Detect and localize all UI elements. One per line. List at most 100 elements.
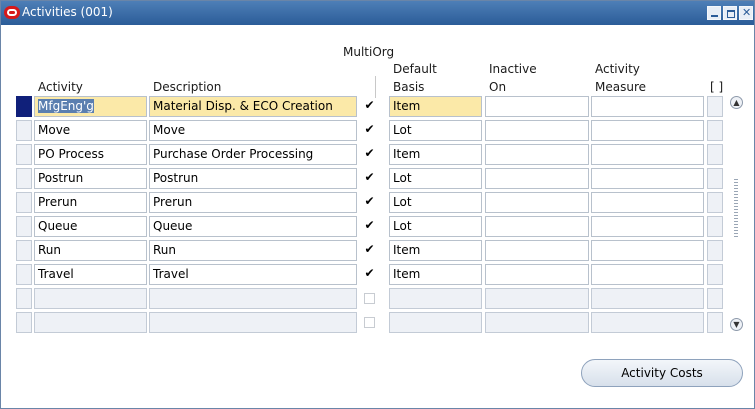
description-field[interactable] [149,312,357,333]
default-basis-field[interactable]: Lot [389,192,482,213]
inactive-on-field[interactable] [485,216,589,237]
inactive-on-field[interactable] [485,240,589,261]
activity-measure-field[interactable] [591,264,704,285]
activity-field[interactable]: Queue [34,216,147,237]
activity-field[interactable]: Run [34,240,147,261]
vertical-scrollbar[interactable]: ▲ ▼ [729,94,744,334]
description-field[interactable]: Queue [149,216,357,237]
activity-measure-field[interactable] [591,144,704,165]
default-basis-field[interactable] [389,312,482,333]
multiorg-checkbox[interactable]: ✔ [364,267,375,279]
flexfield-cell[interactable] [707,312,723,333]
header-inactive-on-line1: Inactive [489,62,537,76]
inactive-on-field[interactable] [485,264,589,285]
window-title: Activities (001) [22,5,113,19]
description-field[interactable]: Postrun [149,168,357,189]
activity-measure-field[interactable] [591,96,704,117]
activity-measure-field[interactable] [591,240,704,261]
flexfield-cell[interactable] [707,120,723,141]
description-field[interactable]: Run [149,240,357,261]
flexfield-cell[interactable] [707,96,723,117]
multiorg-checkbox[interactable]: ✔ [364,219,375,231]
activity-measure-field[interactable] [591,120,704,141]
default-basis-field[interactable] [389,288,482,309]
activity-field[interactable]: Travel [34,264,147,285]
multiorg-checkbox[interactable]: ✔ [364,195,375,207]
description-field[interactable]: Move [149,120,357,141]
inactive-on-field[interactable] [485,288,589,309]
activity-measure-field[interactable] [591,192,704,213]
header-description: Description [153,80,222,94]
multiorg-checkbox[interactable]: ✔ [364,123,375,135]
flexfield-cell[interactable] [707,264,723,285]
header-inactive-on-line2: On [489,80,507,94]
default-basis-field[interactable]: Item [389,240,482,261]
record-indicator[interactable] [16,216,32,237]
flexfield-cell[interactable] [707,192,723,213]
header-default-basis-line1: Default [393,62,437,76]
title-bar[interactable]: Activities (001) [1,1,754,25]
record-indicator[interactable] [16,192,32,213]
description-field[interactable]: Travel [149,264,357,285]
flexfield-cell[interactable] [707,240,723,261]
record-indicator[interactable] [16,168,32,189]
multiorg-checkbox[interactable]: ✔ [364,243,375,255]
activity-field[interactable] [34,288,147,309]
activity-measure-field[interactable] [591,312,704,333]
flexfield-cell[interactable] [707,168,723,189]
maximize-icon[interactable] [723,6,737,20]
record-indicator[interactable] [16,144,32,165]
activity-measure-field[interactable] [591,168,704,189]
header-activity: Activity [38,80,83,94]
scroll-up-icon[interactable]: ▲ [730,96,743,109]
inactive-on-field[interactable] [485,96,589,117]
activity-value: MfgEng'g [38,99,94,113]
header-activity-measure-line1: Activity [595,62,640,76]
activity-measure-field[interactable] [591,216,704,237]
description-field[interactable]: Material Disp. & ECO Creation [149,96,357,117]
default-basis-field[interactable]: Lot [389,216,482,237]
scroll-grip[interactable] [734,179,738,239]
inactive-on-field[interactable] [485,312,589,333]
activities-window: Activities (001) MultiOrg Activity Descr… [0,0,755,409]
activity-field[interactable]: Postrun [34,168,147,189]
inactive-on-field[interactable] [485,144,589,165]
activity-field[interactable]: Prerun [34,192,147,213]
multiorg-checkbox[interactable]: ✔ [364,171,375,183]
flexfield-cell[interactable] [707,216,723,237]
inactive-on-field[interactable] [485,120,589,141]
description-field[interactable]: Prerun [149,192,357,213]
header-default-basis-line2: Basis [393,80,425,94]
record-indicator[interactable] [16,288,32,309]
record-indicator[interactable] [16,120,32,141]
multiorg-checkbox[interactable]: ✔ [364,147,375,159]
record-indicator[interactable] [16,240,32,261]
scroll-down-icon[interactable]: ▼ [730,318,743,331]
activity-measure-field[interactable] [591,288,704,309]
description-field[interactable]: Purchase Order Processing [149,144,357,165]
activity-field[interactable]: MfgEng'g [34,96,147,117]
activity-field[interactable]: Move [34,120,147,141]
default-basis-field[interactable]: Lot [389,168,482,189]
record-indicator[interactable] [16,312,32,333]
multiorg-checkbox[interactable]: ✔ [364,99,375,111]
inactive-on-field[interactable] [485,168,589,189]
activity-field[interactable] [34,312,147,333]
flexfield-cell[interactable] [707,288,723,309]
header-multiorg: MultiOrg [343,45,395,59]
header-activity-measure-line2: Measure [595,80,646,94]
default-basis-field[interactable]: Item [389,144,482,165]
minimize-icon[interactable] [707,6,721,20]
record-indicator[interactable] [16,96,32,117]
description-field[interactable] [149,288,357,309]
default-basis-field[interactable]: Lot [389,120,482,141]
activity-costs-button[interactable]: Activity Costs [581,359,743,387]
activity-field[interactable]: PO Process [34,144,147,165]
multiorg-checkbox [364,317,375,328]
default-basis-field[interactable]: Item [389,264,482,285]
default-basis-field[interactable]: Item [389,96,482,117]
record-indicator[interactable] [16,264,32,285]
flexfield-cell[interactable] [707,144,723,165]
close-icon[interactable] [739,6,753,20]
inactive-on-field[interactable] [485,192,589,213]
